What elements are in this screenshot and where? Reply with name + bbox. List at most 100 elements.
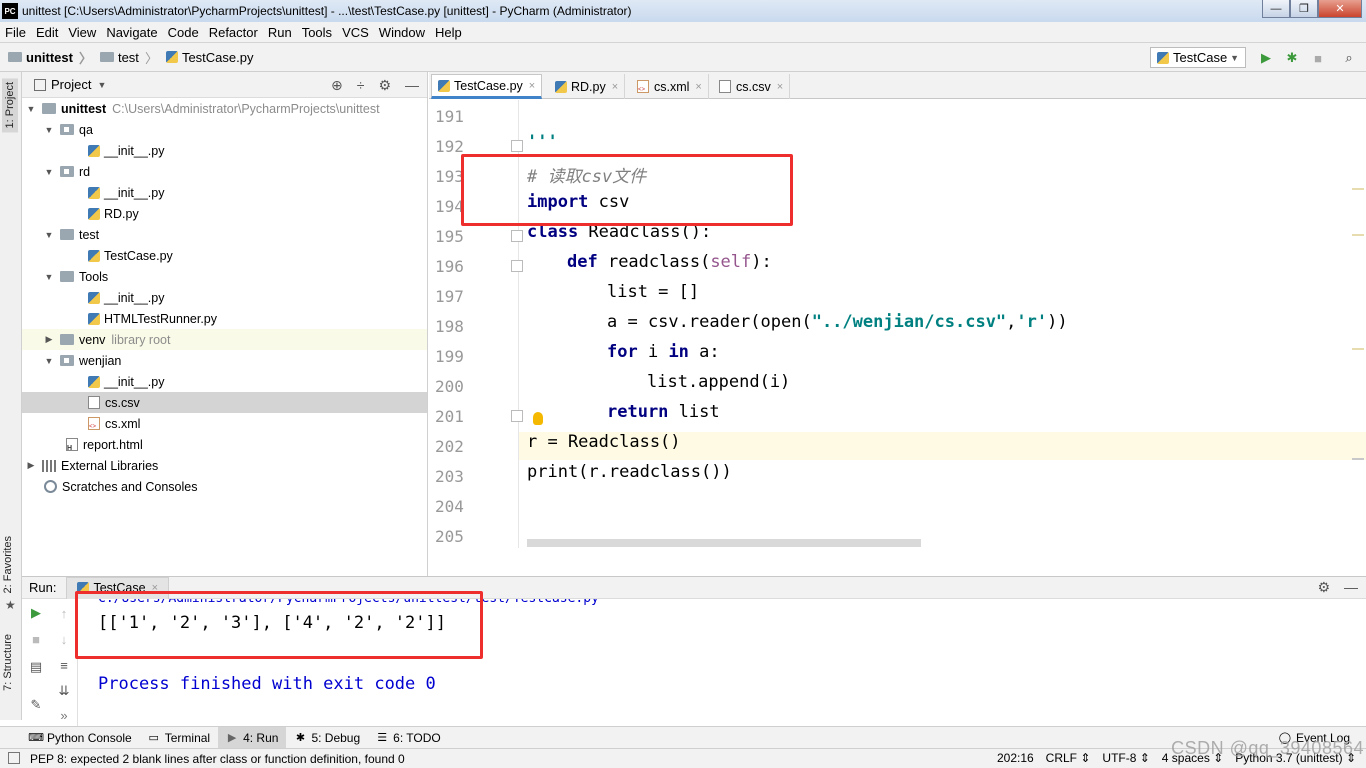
tree-item-rd-init[interactable]: __init__.py [22, 182, 427, 203]
chevron-down-icon[interactable]: ▼ [97, 80, 106, 90]
tree-item-rd-py[interactable]: RD.py [22, 203, 427, 224]
close-icon[interactable]: × [612, 81, 618, 93]
fold-marker-icon[interactable] [511, 140, 523, 152]
tree-item-qa[interactable]: ▼ qa [22, 119, 427, 140]
hide-icon[interactable]: — [405, 77, 419, 94]
search-icon[interactable]: ⌕ [1342, 50, 1356, 65]
tab-cs-xml[interactable]: cs.xml × [631, 74, 709, 99]
lightbulb-icon[interactable] [533, 412, 543, 425]
breadcrumb-project[interactable]: unittest 〉 [8, 48, 92, 67]
tree-item-wenjian-init[interactable]: __init__.py [22, 371, 427, 392]
close-button[interactable]: ✕ [1318, 0, 1362, 18]
scratches-icon [44, 480, 57, 493]
breadcrumb-folder[interactable]: test 〉 [99, 48, 158, 67]
stop-icon[interactable]: ■ [28, 631, 44, 647]
status-toggle-icon[interactable] [8, 752, 20, 764]
cursor-position[interactable]: 202:16 [997, 751, 1034, 765]
breadcrumb-file[interactable]: TestCase.py [165, 50, 254, 65]
file-encoding[interactable]: UTF-8 ⇕ [1102, 751, 1149, 765]
tree-item-report-html[interactable]: report.html [22, 434, 427, 455]
collapse-icon[interactable]: ÷ [357, 77, 365, 94]
tree-item-testcase-py[interactable]: TestCase.py [22, 245, 427, 266]
arrow-down-icon[interactable]: ↓ [56, 631, 72, 647]
tool-todo[interactable]: ☰ 6: TODO [368, 727, 449, 749]
run-icon[interactable]: ▶ [1259, 50, 1273, 65]
tree-item-label: unittest [61, 101, 107, 116]
tab-rd-py[interactable]: RD.py × [549, 74, 626, 99]
project-panel-title[interactable]: Project [51, 77, 91, 92]
tab-cs-csv[interactable]: cs.csv × [713, 74, 791, 99]
run-configuration-select[interactable]: TestCase ▼ [1150, 47, 1246, 68]
tree-item-htmltestrunner[interactable]: HTMLTestRunner.py [22, 308, 427, 329]
gear-icon[interactable]: ⚙ [378, 77, 391, 94]
chevron-right-icon[interactable]: ▶ [44, 334, 54, 345]
tab-label: TestCase.py [454, 78, 523, 93]
hide-icon[interactable]: — [1344, 579, 1358, 596]
tree-item-scratches[interactable]: Scratches and Consoles [22, 476, 427, 497]
tab-favorites[interactable]: 2: Favorites [2, 536, 14, 593]
chevron-down-icon: ▼ [1230, 52, 1239, 63]
locate-icon[interactable]: ⊕ [331, 77, 343, 94]
chevron-down-icon[interactable]: ▼ [44, 125, 54, 135]
menu-file[interactable]: File [0, 25, 31, 40]
fold-marker-icon[interactable] [511, 410, 523, 422]
code-text: readclass( [597, 252, 711, 272]
tree-item-unittest[interactable]: ▼ unittest C:\Users\Administrator\Pychar… [22, 98, 427, 119]
tree-item-wenjian[interactable]: ▼ wenjian [22, 350, 427, 371]
menu-navigate[interactable]: Navigate [101, 25, 162, 40]
menu-tools[interactable]: Tools [297, 25, 337, 40]
menu-window[interactable]: Window [374, 25, 430, 40]
tree-item-cs-xml[interactable]: cs.xml [22, 413, 427, 434]
minimize-button[interactable]: — [1262, 0, 1290, 18]
menu-edit[interactable]: Edit [31, 25, 63, 40]
tab-structure[interactable]: 7: Structure [2, 634, 14, 691]
tab-project[interactable]: 1: Project [2, 78, 18, 133]
code-editor[interactable]: 191 192 193 194 195 196 197 198 199 200 … [429, 100, 1366, 548]
pin-icon[interactable]: ✎ [28, 697, 44, 713]
more-icon[interactable]: » [56, 707, 72, 723]
line-separator[interactable]: CRLF ⇕ [1046, 751, 1091, 765]
tool-terminal[interactable]: ▭ Terminal [140, 727, 218, 749]
tree-item-qa-init[interactable]: __init__.py [22, 140, 427, 161]
layout-icon[interactable]: ▤ [28, 659, 44, 675]
rerun-icon[interactable]: ▶ [28, 605, 44, 621]
tab-testcase-py[interactable]: TestCase.py × [431, 74, 543, 99]
soft-wrap-icon[interactable]: ≡ [56, 657, 72, 673]
stop-icon[interactable]: ■ [1311, 51, 1325, 66]
menu-view[interactable]: View [63, 25, 101, 40]
maximize-button[interactable]: ❐ [1290, 0, 1318, 18]
gear-icon[interactable]: ⚙ [1317, 579, 1330, 596]
tree-item-venv[interactable]: ▶ venv library root [22, 329, 427, 350]
chevron-down-icon[interactable]: ▼ [44, 356, 54, 366]
close-icon[interactable]: × [529, 80, 535, 92]
menu-help[interactable]: Help [430, 25, 467, 40]
chevron-down-icon[interactable]: ▼ [26, 104, 36, 114]
tree-item-tools[interactable]: ▼ Tools [22, 266, 427, 287]
chevron-down-icon[interactable]: ▼ [44, 230, 54, 240]
chevron-right-icon[interactable]: ▶ [26, 460, 36, 471]
tree-item-tools-init[interactable]: __init__.py [22, 287, 427, 308]
arrow-up-icon[interactable]: ↑ [56, 605, 72, 621]
chevron-down-icon[interactable]: ▼ [44, 272, 54, 282]
tree-item-rd[interactable]: ▼ rd [22, 161, 427, 182]
scroll-to-end-icon[interactable]: ⇊ [56, 683, 72, 699]
menu-refactor[interactable]: Refactor [204, 25, 263, 40]
menu-run[interactable]: Run [263, 25, 297, 40]
chevron-down-icon[interactable]: ▼ [44, 167, 54, 177]
tree-item-external-libraries[interactable]: ▶ External Libraries [22, 455, 427, 476]
tree-item-label: Scratches and Consoles [62, 479, 198, 494]
code-line-192: ''' [527, 132, 558, 152]
close-icon[interactable]: × [695, 81, 701, 93]
tree-item-test[interactable]: ▼ test [22, 224, 427, 245]
tool-run[interactable]: ▶ 4: Run [218, 726, 287, 749]
tool-python-console[interactable]: ⌨ Python Console [22, 727, 140, 749]
close-icon[interactable]: × [777, 81, 783, 93]
fold-marker-icon[interactable] [511, 230, 523, 242]
tool-debug[interactable]: ✱ 5: Debug [286, 727, 368, 749]
menu-code[interactable]: Code [163, 25, 204, 40]
tree-item-cs-csv[interactable]: cs.csv [22, 392, 427, 413]
debug-icon[interactable]: ✱ [1285, 50, 1299, 65]
fold-marker-icon[interactable] [511, 260, 523, 272]
menu-vcs[interactable]: VCS [337, 25, 374, 40]
horizontal-scrollbar[interactable] [527, 539, 921, 547]
